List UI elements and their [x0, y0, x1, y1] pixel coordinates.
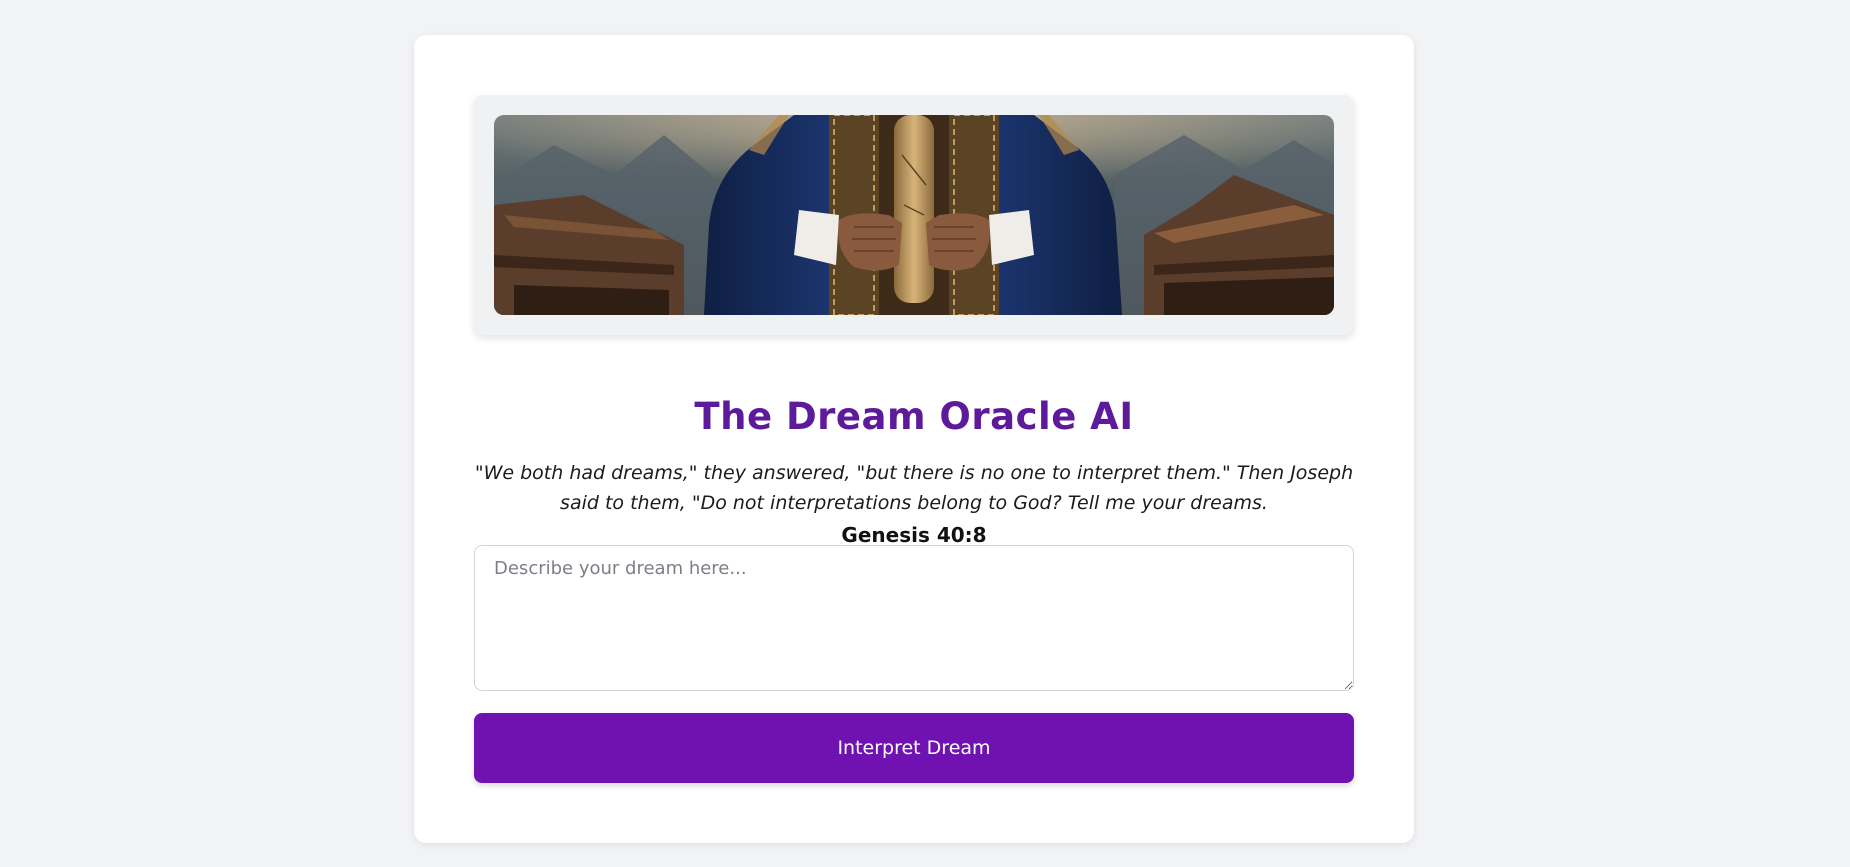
hero-image — [494, 115, 1334, 315]
scripture-quote: "We both had dreams," they answered, "bu… — [474, 462, 1354, 514]
page-title: The Dream Oracle AI — [694, 395, 1134, 438]
dream-input[interactable] — [474, 545, 1354, 691]
interpret-dream-button[interactable]: Interpret Dream — [474, 713, 1354, 783]
hero-frame — [474, 95, 1354, 335]
oracle-illustration — [494, 115, 1334, 315]
main-card: The Dream Oracle AI "We both had dreams,… — [414, 35, 1414, 843]
